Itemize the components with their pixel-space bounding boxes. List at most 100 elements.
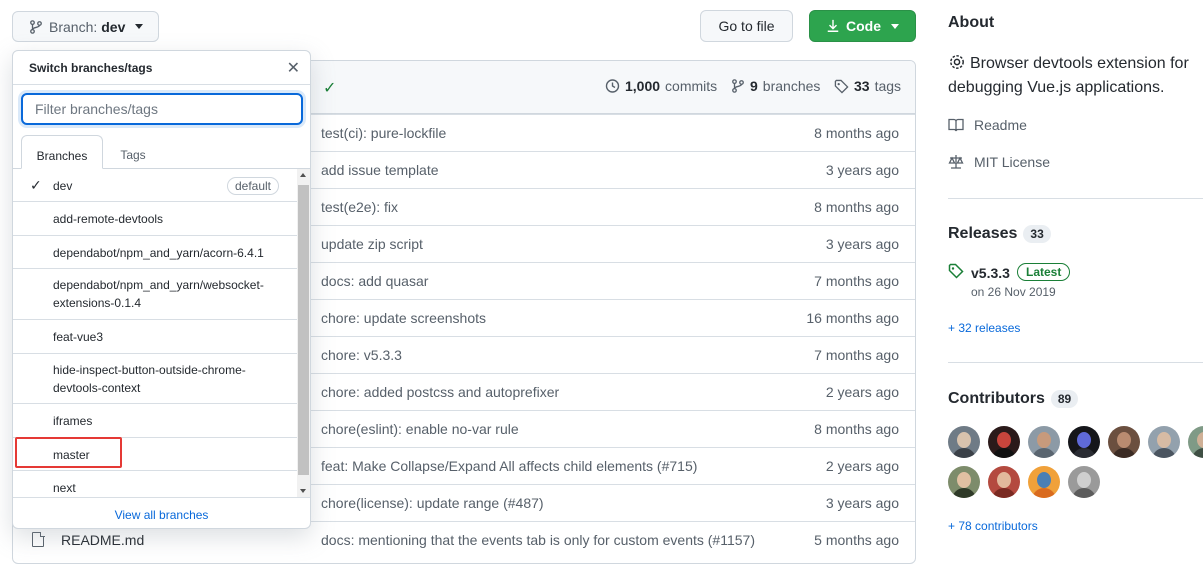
tag-icon: [834, 79, 849, 94]
contributors-count: 89: [1050, 390, 1079, 408]
commit-message[interactable]: chore(license): update range (#487): [321, 495, 544, 511]
gear-icon: [950, 55, 964, 69]
commit-message[interactable]: chore: update screenshots: [321, 310, 486, 326]
commit-message[interactable]: update zip script: [321, 236, 423, 252]
branches-link[interactable]: 9 branches: [731, 78, 820, 94]
history-icon: [605, 79, 620, 93]
branch-filter-input[interactable]: [21, 93, 303, 125]
branch-item-websocket-extensions[interactable]: dependabot/npm_and_yarn/websocket-extens…: [13, 269, 297, 320]
branch-name: add-remote-devtools: [53, 212, 164, 226]
go-to-file-button[interactable]: Go to file: [700, 10, 793, 42]
about-description: Browser devtools extension for debugging…: [948, 52, 1203, 100]
git-branch-icon: [30, 19, 42, 34]
commit-age: 2 years ago: [825, 384, 899, 400]
commit-message[interactable]: chore: v5.3.3: [321, 347, 402, 363]
commit-message[interactable]: add issue template: [321, 162, 439, 178]
chevron-down-icon: [135, 24, 144, 29]
latest-badge: Latest: [1017, 263, 1071, 281]
commit-age: 7 months ago: [814, 347, 899, 363]
download-icon: [827, 19, 839, 32]
commits-link[interactable]: 1,000 commits: [604, 78, 717, 94]
branch-name: hide-inspect-button-outside-chrome-devto…: [53, 363, 246, 395]
avatar[interactable]: [1188, 426, 1203, 458]
code-button[interactable]: Code: [809, 10, 916, 42]
branch-name: iframes: [53, 414, 93, 428]
book-icon: [948, 118, 964, 132]
branch-name: dependabot/npm_and_yarn/websocket-extens…: [53, 278, 264, 310]
branch-item-dev[interactable]: ✓ dev default: [13, 169, 297, 202]
tags-link[interactable]: 33 tags: [834, 78, 901, 94]
readme-link[interactable]: Readme: [948, 117, 1027, 133]
branch-item-acorn[interactable]: dependabot/npm_and_yarn/acorn-6.4.1: [13, 236, 297, 269]
branch-item-hide-inspect-button[interactable]: hide-inspect-button-outside-chrome-devto…: [13, 354, 297, 404]
dropdown-scrollbar[interactable]: [297, 169, 310, 497]
scroll-down-icon[interactable]: [300, 489, 306, 493]
view-all-branches-link[interactable]: View all branches: [13, 497, 310, 528]
highlight-annotation: [15, 437, 122, 468]
tab-tags[interactable]: Tags: [105, 135, 161, 169]
branch-value: dev: [101, 18, 126, 35]
avatar[interactable]: [1028, 426, 1060, 458]
avatar[interactable]: [1068, 466, 1100, 498]
avatar[interactable]: [948, 426, 980, 458]
commit-message[interactable]: feat: Make Collapse/Expand All affects c…: [321, 458, 697, 474]
chevron-down-icon: [891, 23, 899, 29]
commit-age: 3 years ago: [825, 236, 899, 252]
avatar[interactable]: [1028, 466, 1060, 498]
commit-age: 8 months ago: [814, 421, 899, 437]
branch-select-button[interactable]: Branch: dev: [12, 11, 159, 42]
commit-age: 2 years ago: [825, 458, 899, 474]
release-date: on 26 Nov 2019: [971, 285, 1056, 299]
file-icon: [32, 531, 45, 547]
dropdown-tabs: Branches Tags: [13, 135, 310, 169]
file-name[interactable]: README.md: [61, 532, 144, 548]
close-icon[interactable]: ✕: [287, 58, 300, 78]
branch-item-iframes[interactable]: iframes: [13, 404, 297, 438]
commit-message[interactable]: test(e2e): fix: [321, 199, 398, 215]
avatar[interactable]: [1068, 426, 1100, 458]
commit-message[interactable]: chore: added postcss and autoprefixer: [321, 384, 559, 400]
more-contributors-link[interactable]: + 78 contributors: [948, 519, 1038, 533]
tags-label: tags: [874, 78, 902, 94]
about-heading: About: [948, 14, 995, 31]
releases-heading[interactable]: Releases 33: [948, 225, 1051, 243]
tags-count: 33: [854, 78, 870, 94]
commit-message[interactable]: chore(eslint): enable no-var rule: [321, 421, 519, 437]
branch-item-add-remote-devtools[interactable]: add-remote-devtools: [13, 202, 297, 236]
commit-message[interactable]: docs: add quasar: [321, 273, 428, 289]
commit-message[interactable]: docs: mentioning that the events tab is …: [321, 532, 755, 548]
branch-item-feat-vue3[interactable]: feat-vue3: [13, 320, 297, 354]
license-link[interactable]: MIT License: [948, 154, 1050, 170]
branches-label: branches: [762, 78, 821, 94]
dropdown-header: Switch branches/tags ✕: [13, 51, 310, 85]
branches-count: 9: [750, 78, 758, 94]
sidebar-divider: [948, 198, 1203, 199]
default-badge: default: [226, 177, 279, 195]
avatar[interactable]: [988, 426, 1020, 458]
code-button-label: Code: [846, 18, 881, 34]
avatar[interactable]: [1108, 426, 1140, 458]
branch-name: next: [53, 481, 76, 495]
tab-branches[interactable]: Branches: [21, 135, 103, 169]
commit-age: 8 months ago: [814, 125, 899, 141]
scrollbar-thumb[interactable]: [298, 185, 309, 475]
branch-name: feat-vue3: [53, 330, 104, 344]
branch-item-next[interactable]: next: [13, 471, 297, 497]
commits-label: commits: [665, 78, 718, 94]
avatar[interactable]: [1148, 426, 1180, 458]
check-icon: ✓: [30, 177, 42, 193]
scroll-up-icon[interactable]: [300, 173, 306, 177]
avatar[interactable]: [948, 466, 980, 498]
dropdown-title: Switch branches/tags: [29, 61, 153, 75]
releases-count: 33: [1023, 225, 1051, 243]
license-label: MIT License: [974, 154, 1050, 170]
law-icon: [948, 155, 964, 169]
commit-message[interactable]: test(ci): pure-lockfile: [321, 125, 446, 141]
commit-age: 16 months ago: [806, 310, 899, 326]
sidebar-divider: [948, 362, 1203, 363]
release-version-link[interactable]: v5.3.3: [971, 265, 1010, 281]
more-releases-link[interactable]: + 32 releases: [948, 321, 1020, 335]
branch-label: Branch:: [49, 18, 98, 35]
contributors-heading[interactable]: Contributors 89: [948, 390, 1079, 408]
avatar[interactable]: [988, 466, 1020, 498]
